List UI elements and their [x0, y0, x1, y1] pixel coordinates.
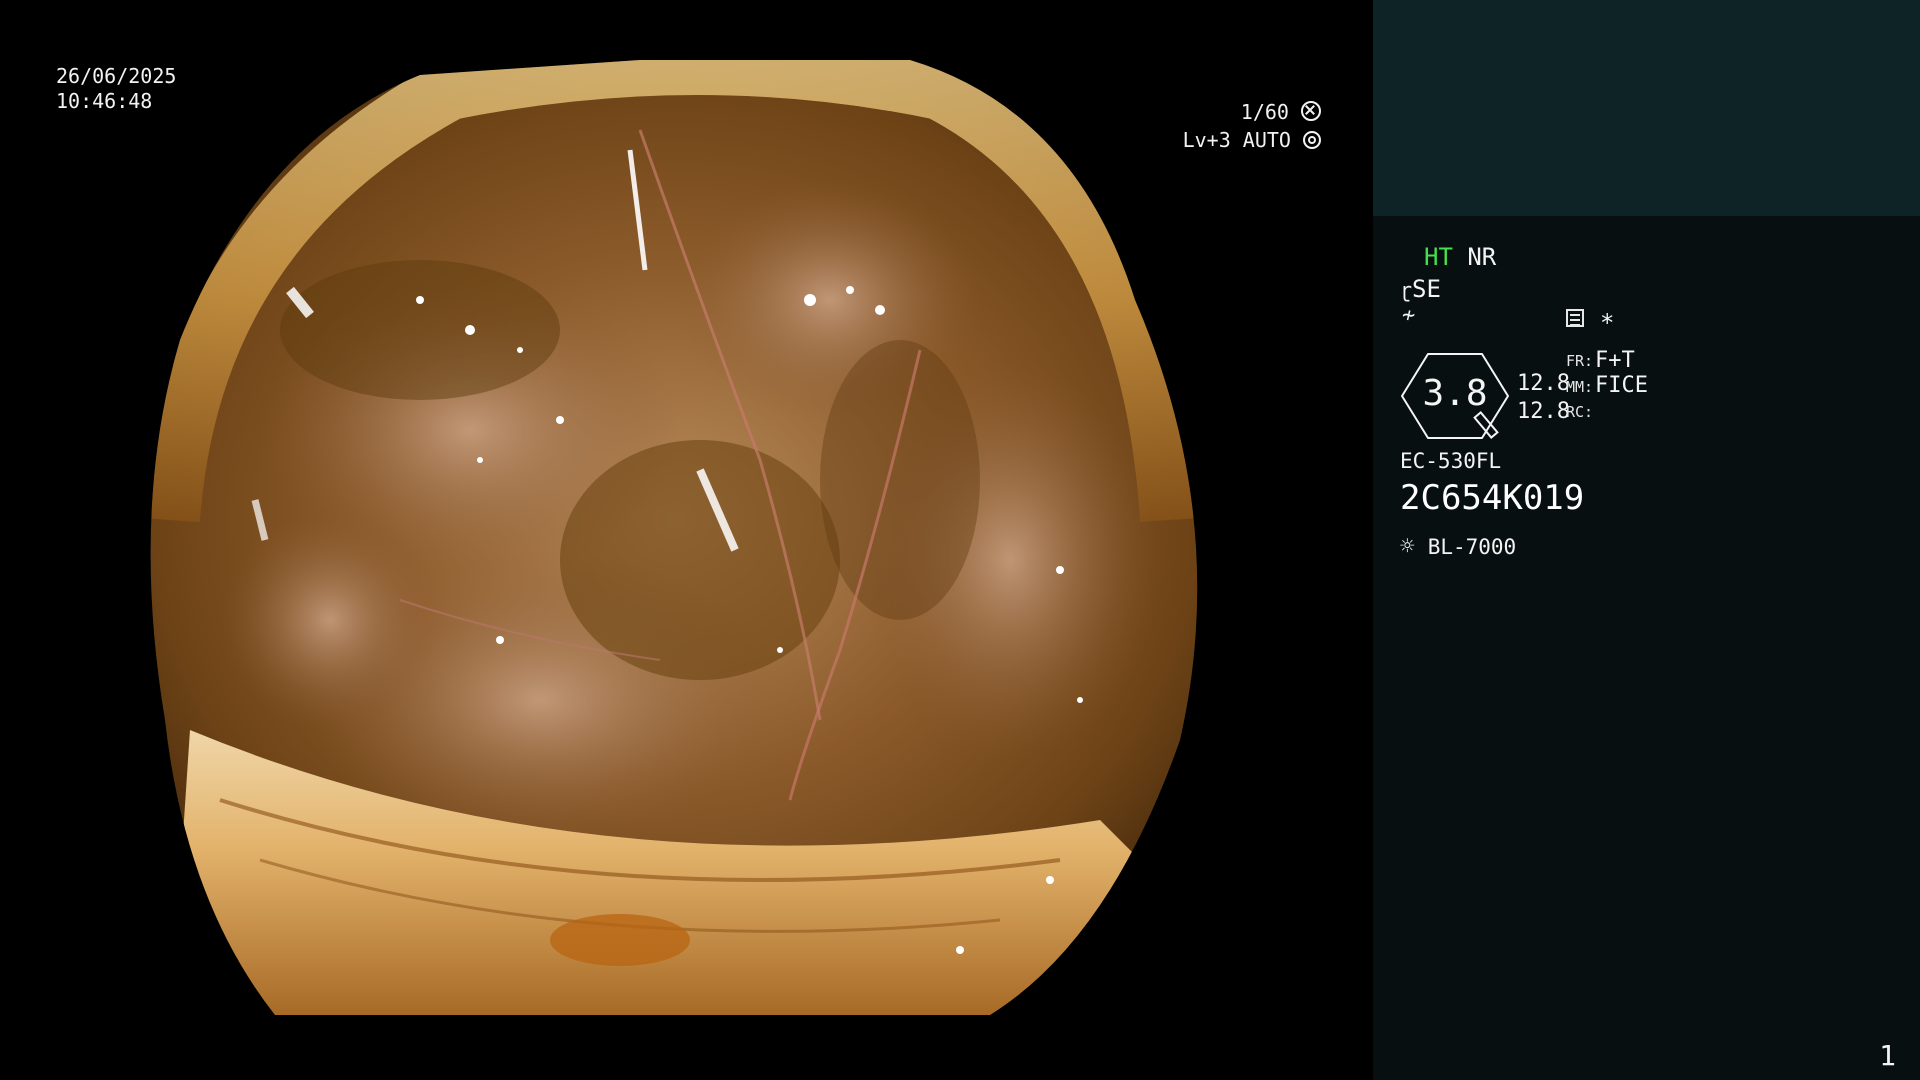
info-panel: HT NR ɽSE ≁ * 3.8 12.8 12.8 FR: F+T MM: … — [1373, 0, 1920, 1080]
fr-value: F+T — [1595, 348, 1635, 373]
zoom-badge: 3.8 — [1400, 352, 1510, 440]
enhance-icon: ɽ — [1400, 278, 1413, 302]
ht-label: HT — [1424, 243, 1453, 271]
zoom-value: 3.8 — [1422, 373, 1488, 414]
color-filter-icon: ≁ — [1402, 303, 1416, 328]
time-label: 10:46:48 — [56, 89, 153, 113]
se-row: ɽSE — [1400, 277, 1441, 301]
exposure-mode: Lv+3 AUTO — [1183, 130, 1321, 150]
thumbnail-area — [1373, 0, 1920, 216]
nr-label: NR — [1467, 243, 1497, 271]
value-upper: 12.8 — [1517, 371, 1570, 396]
light-source-icon: ☼ — [1400, 532, 1415, 560]
star-marker: * — [1600, 309, 1615, 337]
iris-icon — [1303, 131, 1321, 149]
scope-model: EC-530FL — [1400, 449, 1502, 473]
se-label: SE — [1412, 275, 1441, 303]
colon-lumen-image — [150, 60, 1198, 1015]
serial-number: 2C654K019 — [1400, 478, 1585, 518]
light-source-label: BL-7000 — [1427, 535, 1517, 559]
light-source-row: ☼ BL-7000 — [1400, 534, 1516, 559]
mm-value: FICE — [1595, 373, 1648, 398]
rc-label: RC: — [1566, 403, 1594, 421]
date-label: 26/06/2025 — [56, 64, 177, 88]
shutter-speed: 1/60 — [1241, 101, 1321, 122]
ht-nr-row: HT NR — [1424, 245, 1496, 269]
exposure-value: Lv+3 AUTO — [1182, 128, 1291, 152]
value-lower: 12.8 — [1517, 399, 1570, 424]
mm-label: MM: — [1566, 378, 1594, 396]
endoscope-image: 26/06/2025 10:46:48 1/60 Lv+3 AUTO — [0, 0, 1372, 1080]
fr-label: FR: — [1566, 352, 1594, 370]
shutter-value: 1/60 — [1240, 100, 1289, 124]
memo-icon — [1566, 309, 1584, 327]
aperture-icon — [1301, 101, 1321, 121]
page-number: 1 — [1879, 1039, 1896, 1072]
